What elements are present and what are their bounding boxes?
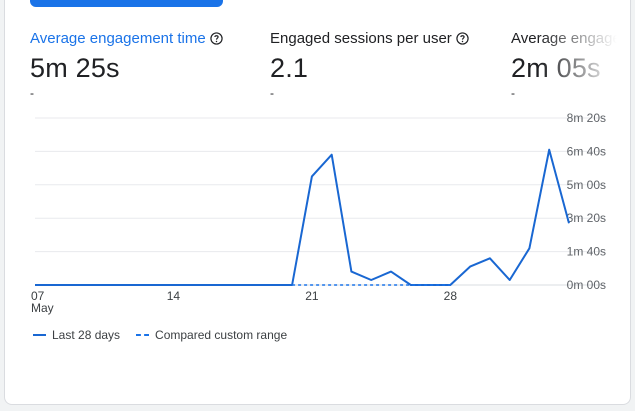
x-tick-label: 14 — [167, 289, 181, 303]
legend-item-compare[interactable]: Compared custom range — [136, 328, 287, 342]
y-tick-label: 6m 40s — [567, 144, 606, 158]
x-tick-sublabel: May — [31, 301, 54, 315]
x-tick-label: 28 — [444, 289, 458, 303]
solid-line-swatch — [33, 334, 46, 336]
y-tick-label: 1m 40s — [567, 245, 606, 259]
y-tick-label: 3m 20s — [567, 211, 606, 225]
y-tick-label: 8m 20s — [567, 111, 606, 125]
chart-legend: Last 28 days Compared custom range — [33, 328, 303, 342]
series-line-last-28-days — [35, 148, 570, 286]
legend-item-current[interactable]: Last 28 days — [33, 328, 120, 342]
x-tick-label: 21 — [305, 289, 319, 303]
engagement-card: Average engagement time 5m 25s - Engaged… — [4, 0, 631, 405]
legend-label: Compared custom range — [155, 328, 288, 342]
dashed-line-swatch — [136, 334, 150, 336]
legend-label: Last 28 days — [52, 328, 121, 342]
engagement-line-chart: 0m 00s1m 40s3m 20s5m 00s6m 40s8m 20s07Ma… — [31, 111, 606, 315]
y-tick-label: 0m 00s — [567, 278, 606, 292]
y-tick-label: 5m 00s — [567, 178, 606, 192]
